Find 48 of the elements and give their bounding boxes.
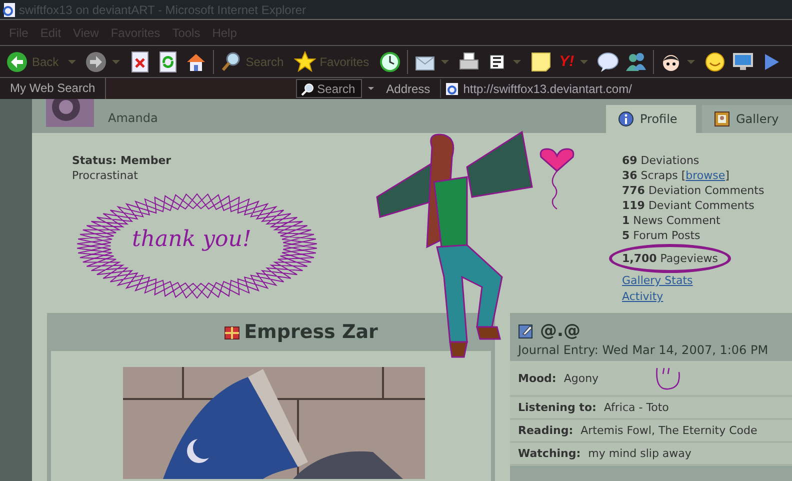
stat-line: 36 Scraps [browse]: [622, 168, 730, 183]
profile-tab[interactable]: Profile: [606, 105, 696, 133]
speech-bubble-icon: [597, 50, 620, 72]
stat-line: 69 Deviations: [622, 153, 700, 168]
profile-link[interactable]: Activity: [622, 290, 664, 303]
stat-line: 5 Forum Posts: [622, 228, 702, 243]
browser-icon: [2, 2, 16, 18]
star-icon: [294, 50, 316, 72]
picture-frame-icon: [714, 111, 730, 127]
username: Amanda: [108, 111, 158, 125]
yahoo-button[interactable]: Y!: [555, 48, 578, 74]
search-icon: [301, 82, 316, 96]
stop-icon: [128, 50, 151, 72]
search-button[interactable]: Search: [296, 79, 362, 98]
people-icon: [625, 50, 648, 72]
address-field[interactable]: http://swiftfox13.deviantart.com/: [440, 79, 792, 98]
profile-tab[interactable]: Gallery: [702, 105, 792, 133]
printer-icon: [458, 50, 480, 72]
refresh-icon: [156, 50, 179, 72]
smiley-icon: [704, 50, 726, 72]
search-icon: [220, 50, 242, 72]
deviation-title[interactable]: Empress Zar: [244, 321, 378, 343]
dropdown-caret-icon[interactable]: [368, 87, 374, 90]
profile-link[interactable]: Gallery Stats: [622, 274, 693, 287]
page-icon: [445, 82, 460, 96]
monitor-icon: [732, 50, 754, 72]
journal-field: Mood: Agony: [510, 361, 792, 397]
stat-line: 1 News Comment: [622, 213, 722, 228]
stat-line: 776 Deviation Comments: [622, 183, 766, 198]
history-icon: [379, 50, 402, 72]
heart-balloon-doodle-drawing: [537, 147, 577, 211]
journal-field: Reading: Artemis Fowl, The Eternity Code: [510, 420, 792, 443]
gift-icon: [224, 324, 240, 340]
journal-field: Watching: my mind slip away: [510, 443, 792, 466]
stat-line: 119 Deviant Comments: [622, 198, 756, 213]
profile-detail: Procrastinat: [72, 168, 139, 183]
avatar-icon: [46, 99, 94, 127]
address-label: Address: [385, 82, 432, 96]
journal-date: Journal Entry: Wed Mar 14, 2007, 1:06 PM: [518, 343, 770, 357]
member-status: Status: Member: [72, 153, 172, 168]
handwritten-text: thank you!: [132, 227, 252, 252]
info-icon: [618, 111, 634, 127]
browse-link[interactable]: browse: [686, 169, 726, 182]
artwork-drawing[interactable]: [123, 367, 425, 479]
journal-icon: [518, 323, 534, 339]
sticky-note-icon: [530, 50, 552, 72]
journal-title[interactable]: @.@: [540, 321, 580, 341]
journal-field: Listening to: Africa - Toto: [510, 397, 792, 420]
